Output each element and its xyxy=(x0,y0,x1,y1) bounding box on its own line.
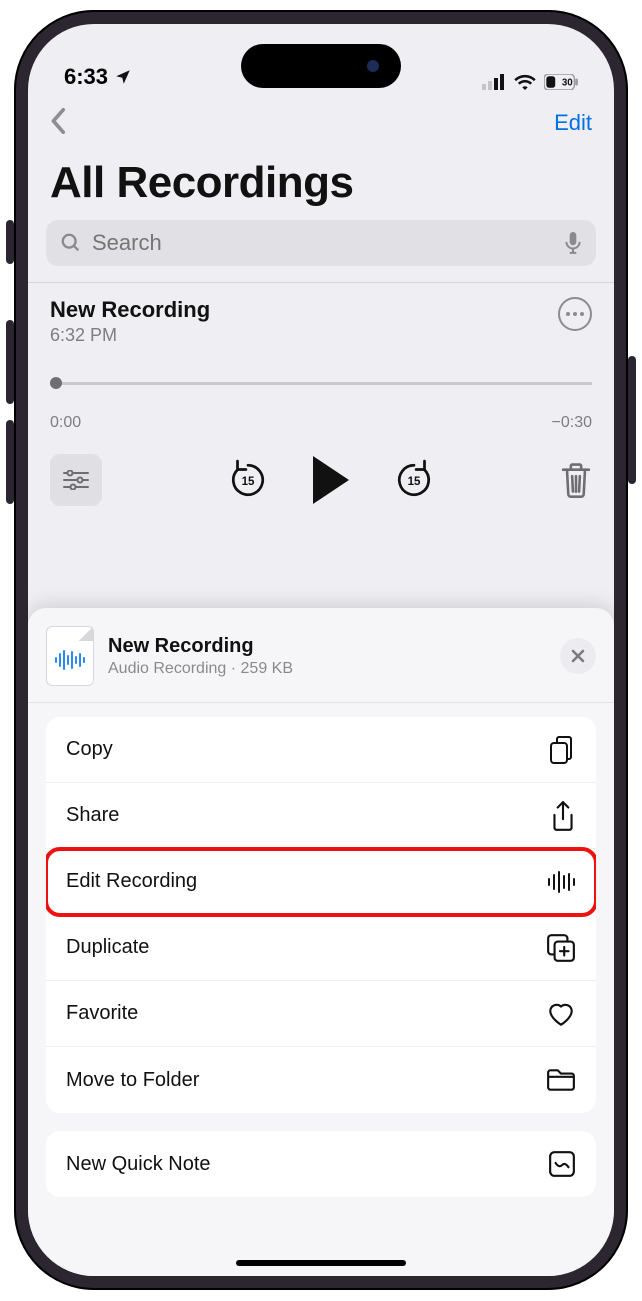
sheet-title: New Recording xyxy=(108,635,546,658)
action-favorite[interactable]: Favorite xyxy=(46,981,596,1047)
search-field[interactable] xyxy=(46,220,596,266)
search-input[interactable] xyxy=(92,230,554,256)
time-elapsed: 0:00 xyxy=(50,414,81,432)
recording-more-button[interactable] xyxy=(558,297,592,331)
svg-text:15: 15 xyxy=(408,476,421,488)
action-duplicate[interactable]: Duplicate xyxy=(46,915,596,981)
action-label: Move to Folder xyxy=(66,1069,199,1092)
rewind-15-icon[interactable]: 15 xyxy=(227,459,269,501)
device-stage: 6:33 xyxy=(0,0,642,1301)
playback-scrubber[interactable] xyxy=(50,374,592,406)
action-quick-note[interactable]: New Quick Note xyxy=(46,1131,596,1197)
recording-title: New Recording xyxy=(50,297,210,323)
ellipsis-icon xyxy=(566,312,584,316)
recording-card[interactable]: New Recording 6:32 PM 0:00 −0:30 xyxy=(28,283,614,532)
battery-icon: 30 xyxy=(544,74,578,90)
edit-button[interactable]: Edit xyxy=(554,110,592,136)
action-move-to-folder[interactable]: Move to Folder xyxy=(46,1047,596,1113)
iphone-frame: 6:33 xyxy=(14,10,628,1290)
copy-icon xyxy=(548,735,576,765)
heart-icon xyxy=(546,1001,576,1027)
settings-sliders-button[interactable] xyxy=(50,454,102,506)
physical-volume-down xyxy=(6,420,14,504)
battery-label: 30 xyxy=(562,78,573,89)
waveform-icon xyxy=(546,870,576,894)
action-share[interactable]: Share xyxy=(46,783,596,849)
scrubber-handle[interactable] xyxy=(50,377,62,389)
sliders-icon xyxy=(62,470,90,490)
quick-note-icon xyxy=(548,1150,576,1178)
playback-controls: 15 15 xyxy=(50,454,592,520)
physical-volume-up xyxy=(6,320,14,404)
dictate-icon[interactable] xyxy=(564,232,582,254)
action-label: Edit Recording xyxy=(66,870,197,893)
sheet-subtitle: Audio Recording · 259 KB xyxy=(108,660,546,678)
action-list: Copy Share Edit Recording xyxy=(46,717,596,1113)
action-label: New Quick Note xyxy=(66,1153,211,1176)
scrubber-track xyxy=(50,382,592,385)
action-label: Copy xyxy=(66,738,113,761)
search-icon xyxy=(60,232,82,254)
location-icon xyxy=(114,68,132,86)
duplicate-icon xyxy=(546,933,576,963)
time-remaining: −0:30 xyxy=(552,414,592,432)
recording-timestamp: 6:32 PM xyxy=(50,325,210,346)
close-icon xyxy=(570,648,586,664)
file-icon xyxy=(46,626,94,686)
folder-icon xyxy=(546,1068,576,1092)
screen: 6:33 xyxy=(28,24,614,1276)
chevron-left-icon xyxy=(50,107,68,135)
action-label: Share xyxy=(66,804,119,827)
share-sheet: New Recording Audio Recording · 259 KB C… xyxy=(28,608,614,1276)
forward-15-icon[interactable]: 15 xyxy=(393,459,435,501)
dynamic-island xyxy=(241,44,401,88)
action-label: Favorite xyxy=(66,1002,138,1025)
svg-text:15: 15 xyxy=(242,476,255,488)
action-edit-recording[interactable]: Edit Recording xyxy=(46,849,596,915)
action-label: Duplicate xyxy=(66,936,149,959)
page-title: All Recordings xyxy=(28,150,614,220)
sheet-header: New Recording Audio Recording · 259 KB xyxy=(28,608,614,703)
action-copy[interactable]: Copy xyxy=(46,717,596,783)
physical-silent-switch xyxy=(6,220,14,264)
waveform-icon xyxy=(53,649,87,671)
back-button[interactable] xyxy=(50,107,68,140)
physical-side-button xyxy=(628,356,636,484)
play-button[interactable] xyxy=(313,456,349,504)
wifi-icon xyxy=(514,74,536,90)
action-list-secondary: New Quick Note xyxy=(46,1131,596,1197)
share-icon xyxy=(550,800,576,832)
home-indicator[interactable] xyxy=(236,1260,406,1266)
status-time: 6:33 xyxy=(64,64,108,90)
nav-bar: Edit xyxy=(28,96,614,150)
trash-icon[interactable] xyxy=(560,462,592,498)
cellular-icon xyxy=(482,74,506,90)
close-button[interactable] xyxy=(560,638,596,674)
